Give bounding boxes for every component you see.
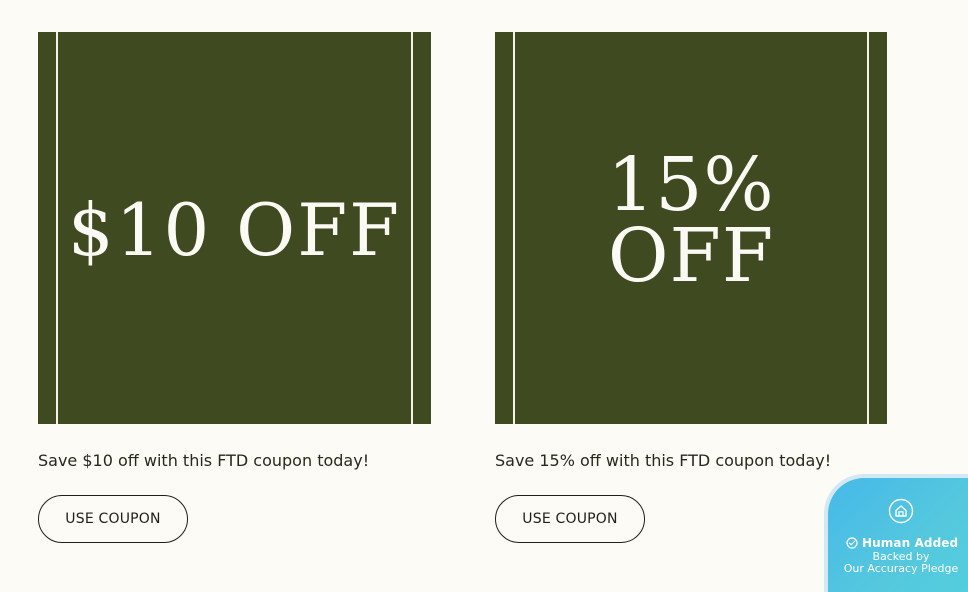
human-added-title: Human Added [862, 536, 959, 550]
coupon-card-10-off: $10 OFF Save $10 off with this FTD coupo… [38, 32, 431, 543]
coupon-image-15-off: 15% OFF [495, 32, 887, 424]
coupon-image-10-off: $10 OFF [38, 32, 431, 424]
use-coupon-button-10-off[interactable]: USE COUPON [38, 495, 188, 543]
coupon-card-15-off: 15% OFF Save 15% off with this FTD coupo… [495, 32, 887, 543]
house-icon [888, 498, 914, 524]
coupon-title-15-off: 15% OFF [607, 142, 775, 300]
coupon-title-10-off: $10 OFF [67, 188, 402, 272]
accuracy-pledge-subtitle: Backed by Our Accuracy Pledge [843, 550, 959, 575]
human-added-label-row: Human Added [846, 536, 958, 550]
human-added-pledge-badge[interactable]: Human Added Backed by Our Accuracy Pledg… [828, 478, 968, 592]
coupon-description-15-off: Save 15% off with this FTD coupon today! [495, 451, 832, 470]
coupon-page: $10 OFF Save $10 off with this FTD coupo… [0, 0, 968, 592]
use-coupon-button-15-off[interactable]: USE COUPON [495, 495, 645, 543]
coupon-description-10-off: Save $10 off with this FTD coupon today! [38, 451, 370, 470]
check-circle-icon [846, 537, 858, 549]
